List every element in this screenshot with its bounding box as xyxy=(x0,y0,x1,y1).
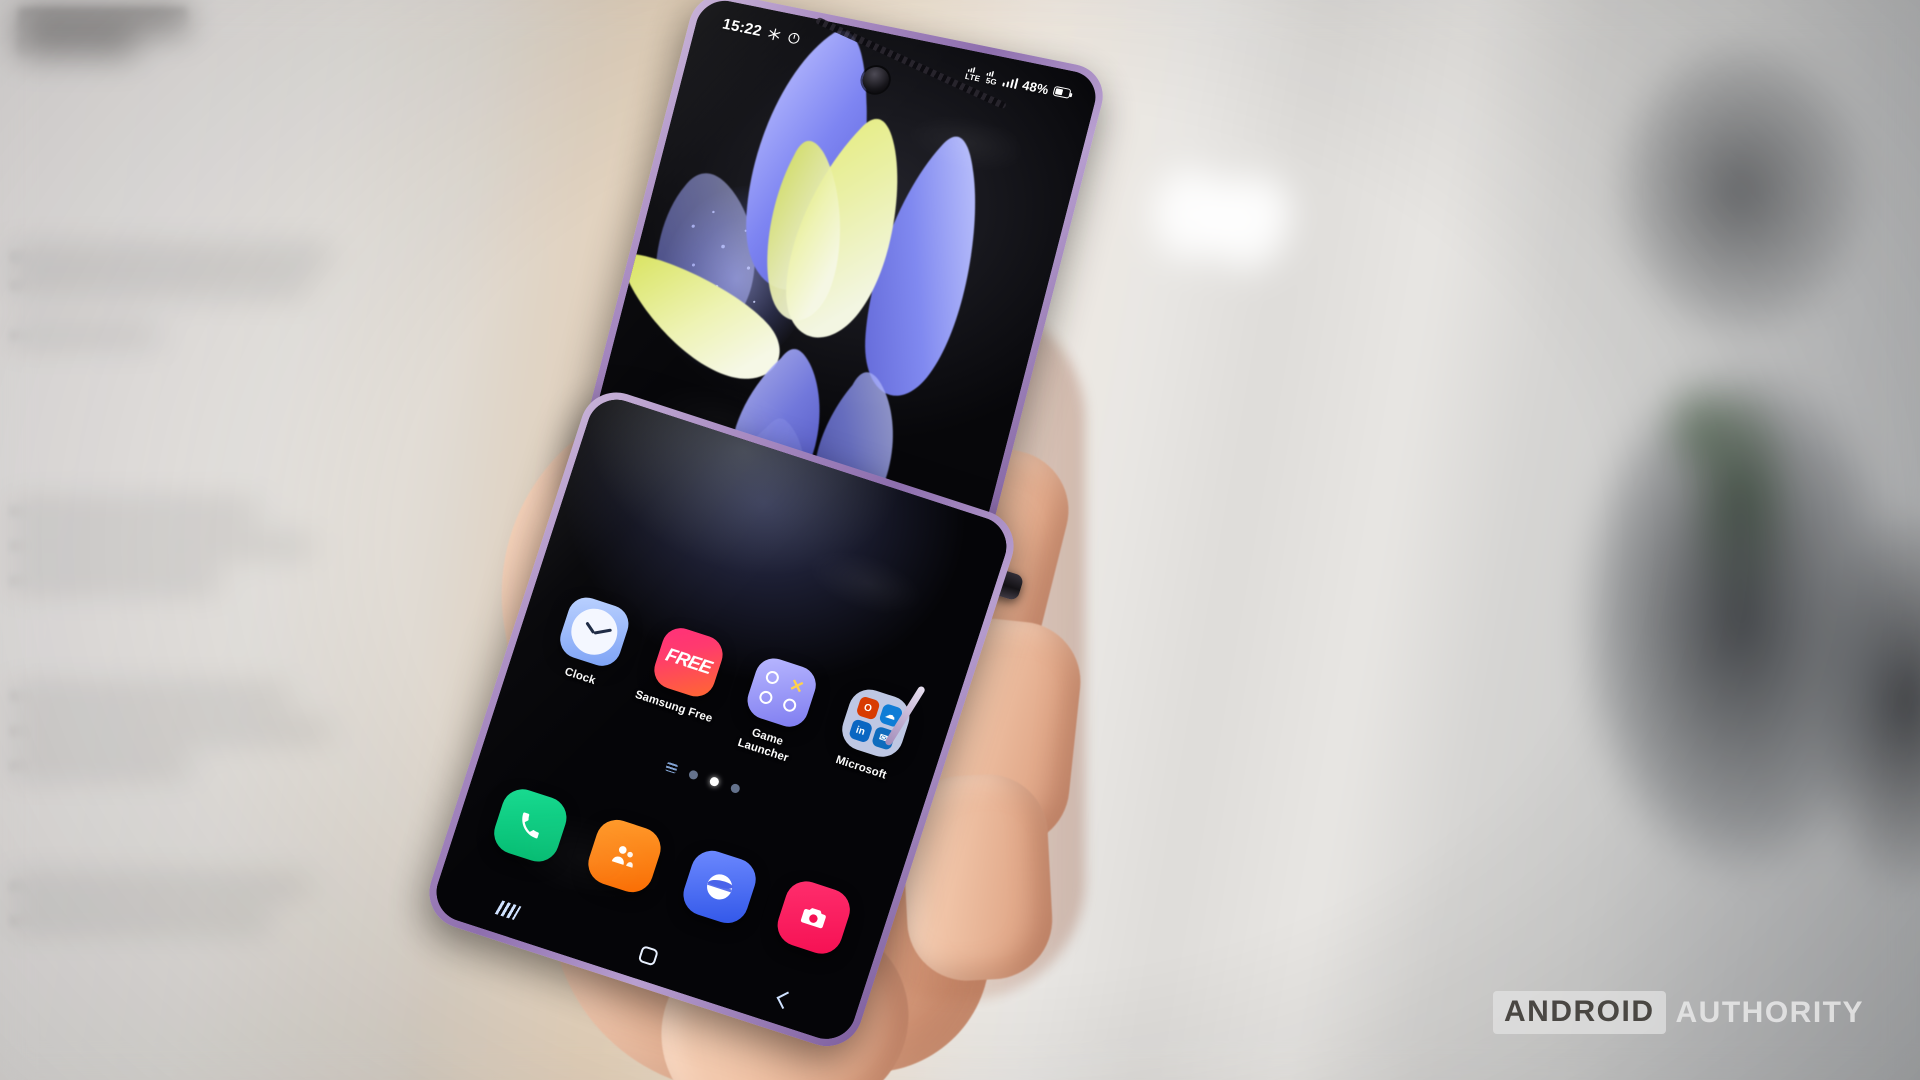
home-icon[interactable] xyxy=(637,944,660,966)
status-time: 15:22 xyxy=(720,15,764,40)
galaxy-z-flip-device: 15:22 LTE 5G 48% Clock FREE Samsung Free… xyxy=(420,0,1320,1056)
watermark-brand: ANDROID xyxy=(1493,991,1666,1034)
snowflake-icon xyxy=(767,26,783,41)
alarm-icon xyxy=(786,30,802,45)
battery-icon xyxy=(1052,85,1072,99)
network-type-icon: LTE xyxy=(964,65,983,84)
screenshot-scene: 15:22 LTE 5G 48% Clock FREE Samsung Free… xyxy=(0,0,1920,1080)
signal-bars-icon xyxy=(1002,75,1020,89)
samsung-free-wordmark: FREE xyxy=(662,644,714,679)
linkedin-icon: in xyxy=(847,718,874,744)
office-icon: O xyxy=(855,695,881,721)
network-secondary-label: 5G xyxy=(984,76,998,87)
watermark-suffix: AUTHORITY xyxy=(1675,995,1864,1029)
recents-icon[interactable] xyxy=(494,899,522,920)
network-primary-label: LTE xyxy=(964,71,982,84)
app-label: Clock xyxy=(563,665,598,688)
back-icon[interactable] xyxy=(776,991,795,1009)
app-label: Microsoft xyxy=(834,753,888,782)
network-secondary-icon: 5G xyxy=(984,69,1001,87)
watermark: ANDROID AUTHORITY xyxy=(1493,991,1864,1034)
battery-percent-label: 48% xyxy=(1020,77,1051,97)
